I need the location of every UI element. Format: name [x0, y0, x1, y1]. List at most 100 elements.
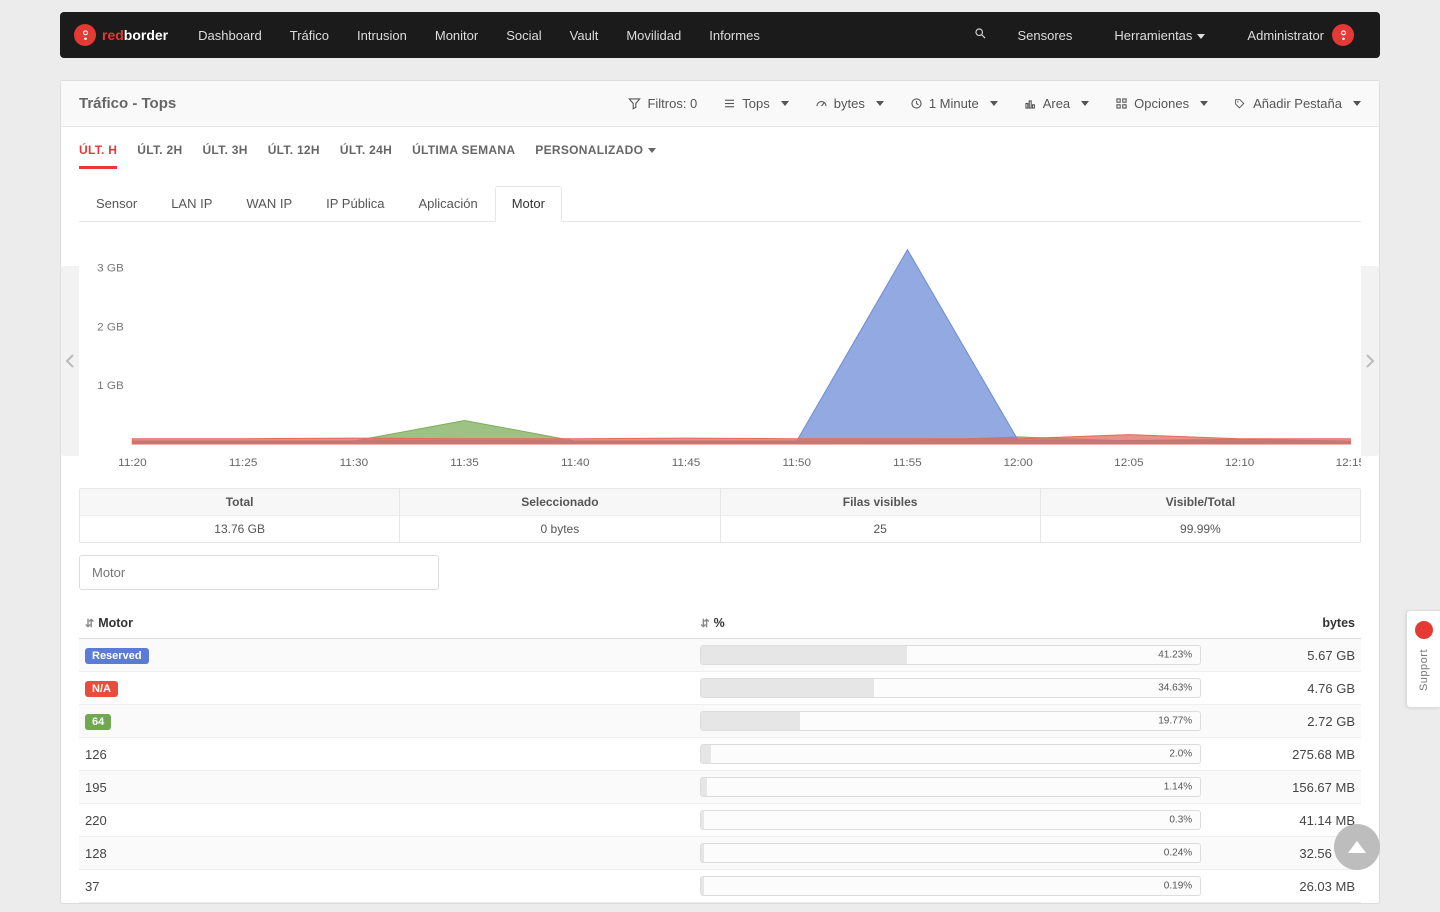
col-pct[interactable]: ⇵% — [694, 608, 1207, 639]
chevron-down-icon — [1200, 101, 1208, 106]
table-row[interactable]: 1951.14%156.67 MB — [79, 771, 1361, 804]
svg-text:11:40: 11:40 — [561, 457, 590, 469]
brand-red: red — [102, 27, 124, 43]
motor-search-input[interactable] — [79, 555, 439, 590]
pct-bar: 0.3% — [700, 810, 1201, 830]
svg-text:2 GB: 2 GB — [97, 322, 124, 334]
tool-tops[interactable]: Tops — [723, 96, 788, 111]
range-tab[interactable]: ÚLT. H — [79, 143, 117, 169]
table-row[interactable]: N/A34.63%4.76 GB — [79, 672, 1361, 705]
nav-links: DashboardTráficoIntrusionMonitorSocialVa… — [186, 22, 772, 49]
table-row[interactable]: Reserved41.23%5.67 GB — [79, 639, 1361, 672]
chevron-down-icon — [1197, 34, 1205, 39]
svg-text:12:10: 12:10 — [1225, 457, 1254, 469]
table-row[interactable]: 370.19%26.03 MB — [79, 870, 1361, 903]
dim-tab-ip-pública[interactable]: IP Pública — [309, 186, 401, 222]
nav-link-tráfico[interactable]: Tráfico — [278, 22, 341, 49]
table-row[interactable]: 1280.24%32.56 MB — [79, 837, 1361, 870]
svg-text:11:25: 11:25 — [229, 457, 258, 469]
table-row[interactable]: 1262.0%275.68 MB — [79, 738, 1361, 771]
tool-anadir-pestana[interactable]: Añadir Pestaña — [1234, 96, 1361, 111]
nav-link-dashboard[interactable]: Dashboard — [186, 22, 274, 49]
svg-text:11:20: 11:20 — [118, 457, 147, 469]
pct-bar: 34.63% — [700, 678, 1201, 698]
pct-bar: 19.77% — [700, 711, 1201, 731]
barchart-icon — [1024, 97, 1037, 110]
row-badge: Reserved — [85, 648, 149, 664]
nav-link-intrusion[interactable]: Intrusion — [345, 22, 419, 49]
range-tab[interactable]: ÚLT. 2H — [137, 143, 182, 169]
dimension-tabs: SensorLAN IPWAN IPIP PúblicaAplicaciónMo… — [79, 185, 1361, 222]
sort-icon: ⇵ — [85, 618, 94, 630]
main-panel: Tráfico - Tops Filtros: 0 Tops bytes 1 M… — [60, 80, 1380, 904]
col-bytes[interactable]: bytes — [1207, 608, 1361, 639]
tool-bytes[interactable]: bytes — [815, 96, 884, 111]
chevron-right-icon — [1365, 353, 1375, 369]
tool-area[interactable]: Area — [1024, 96, 1089, 111]
clock-icon — [910, 97, 923, 110]
chart-next-button[interactable] — [1361, 266, 1379, 456]
support-icon — [1415, 621, 1433, 639]
pct-bar: 1.14% — [700, 777, 1201, 797]
summary-visible-total: Visible/Total 99.99% — [1041, 489, 1360, 542]
table-row[interactable]: 6419.77%2.72 GB — [79, 705, 1361, 738]
chart-prev-button[interactable] — [61, 266, 79, 456]
col-motor[interactable]: ⇵Motor — [79, 608, 694, 639]
chevron-down-icon — [1353, 101, 1361, 106]
nav-link-vault[interactable]: Vault — [558, 22, 611, 49]
dim-tab-sensor[interactable]: Sensor — [79, 186, 154, 222]
svg-text:11:30: 11:30 — [340, 457, 369, 469]
nav-link-informes[interactable]: Informes — [697, 22, 772, 49]
tool-filtros[interactable]: Filtros: 0 — [628, 96, 697, 111]
support-tab[interactable]: Support — [1406, 610, 1440, 708]
summary-selected: Seleccionado 0 bytes — [400, 489, 720, 542]
svg-text:12:05: 12:05 — [1114, 457, 1143, 469]
row-badge: 64 — [85, 714, 111, 730]
chevron-down-icon — [1081, 101, 1089, 106]
top-navbar: redborder DashboardTráficoIntrusionMonit… — [60, 12, 1380, 58]
dim-tab-wan-ip[interactable]: WAN IP — [229, 186, 309, 222]
chevron-down-icon — [990, 101, 998, 106]
pct-bar: 2.0% — [700, 744, 1201, 764]
range-tab[interactable]: ÚLT. 12H — [268, 143, 320, 169]
range-tab[interactable]: ÚLTIMA SEMANA — [412, 143, 515, 169]
gauge-icon — [815, 97, 828, 110]
page-title: Tráfico - Tops — [79, 95, 176, 112]
dim-tab-aplicación[interactable]: Aplicación — [401, 186, 494, 222]
list-icon — [723, 97, 736, 110]
grid-icon — [1115, 97, 1128, 110]
chart-container: 1 GB2 GB3 GB11:2011:2511:3011:3511:4011:… — [79, 226, 1361, 474]
brand-logo[interactable]: redborder — [74, 24, 168, 46]
tool-minute[interactable]: 1 Minute — [910, 96, 998, 111]
nav-link-monitor[interactable]: Monitor — [423, 22, 490, 49]
svg-text:1 GB: 1 GB — [97, 380, 124, 392]
search-icon[interactable] — [974, 27, 987, 43]
range-tabs: ÚLT. H ÚLT. 2H ÚLT. 3H ÚLT. 12H ÚLT. 24H ÚLTI… — [79, 143, 1361, 169]
nav-link-social[interactable]: Social — [494, 22, 553, 49]
tool-opciones[interactable]: Opciones — [1115, 96, 1208, 111]
dim-tab-motor[interactable]: Motor — [495, 186, 562, 222]
dim-tab-lan-ip[interactable]: LAN IP — [154, 186, 229, 222]
nav-herramientas[interactable]: Herramientas — [1102, 22, 1217, 49]
support-label: Support — [1418, 649, 1430, 691]
tag-icon — [1234, 97, 1247, 110]
avatar-icon — [1332, 24, 1354, 46]
svg-text:12:15: 12:15 — [1336, 457, 1361, 469]
range-tab[interactable]: ÚLT. 3H — [202, 143, 247, 169]
svg-text:11:35: 11:35 — [450, 457, 479, 469]
traffic-area-chart: 1 GB2 GB3 GB11:2011:2511:3011:3511:4011:… — [79, 226, 1361, 474]
nav-admin[interactable]: Administrator — [1235, 18, 1366, 52]
table-row[interactable]: 2200.3%41.14 MB — [79, 804, 1361, 837]
scroll-top-button[interactable] — [1334, 824, 1380, 870]
svg-text:11:55: 11:55 — [893, 457, 922, 469]
nav-sensores[interactable]: Sensores — [1005, 22, 1084, 49]
svg-text:11:45: 11:45 — [672, 457, 701, 469]
range-tab[interactable]: PERSONALIZADO — [535, 143, 656, 169]
summary-row: Total 13.76 GB Seleccionado 0 bytes Fila… — [79, 488, 1361, 543]
summary-visible-rows: Filas visibles 25 — [721, 489, 1041, 542]
nav-link-movilidad[interactable]: Movilidad — [614, 22, 693, 49]
chevron-down-icon — [781, 101, 789, 106]
panel-header: Tráfico - Tops Filtros: 0 Tops bytes 1 M… — [61, 81, 1379, 127]
sort-icon: ⇵ — [700, 618, 709, 630]
range-tab[interactable]: ÚLT. 24H — [340, 143, 392, 169]
